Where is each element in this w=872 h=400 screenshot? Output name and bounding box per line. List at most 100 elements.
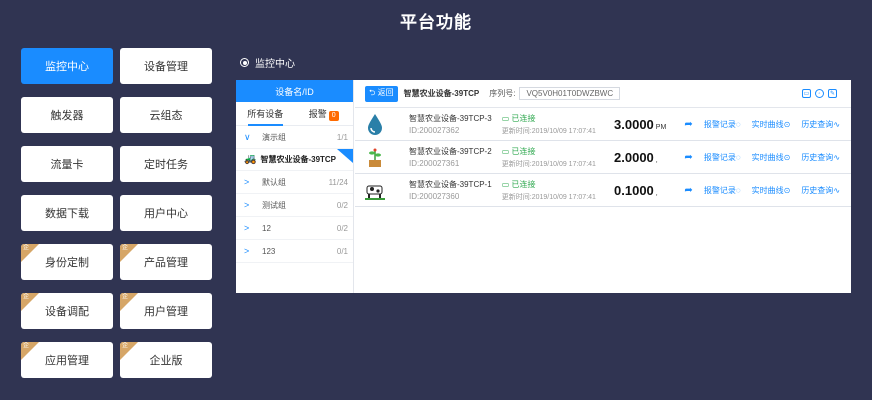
realtime-curve-link[interactable]: 实时曲线⊙ <box>752 185 791 196</box>
sensor-unit: , <box>655 189 658 197</box>
tab-all-devices[interactable]: 所有设备 <box>236 102 295 126</box>
device-search-header[interactable]: 设备名/ID <box>236 80 353 102</box>
connection-status-label: 已连接 <box>511 113 536 123</box>
settings-icon[interactable]: ◦ <box>815 89 824 98</box>
bell-icon: ◌ <box>735 119 741 129</box>
send-arrow-icon[interactable]: ➦ <box>684 152 704 163</box>
enterprise-tag-label: 企 <box>23 245 30 251</box>
realtime-curve-link[interactable]: 实时曲线⊙ <box>752 152 791 163</box>
sensor-value-number: 0.1000 <box>614 182 654 198</box>
group-row[interactable]: >12 0/2 <box>236 217 353 240</box>
sensor-unit: PM <box>655 123 667 131</box>
alarm-record-label: 报警记录 <box>703 119 736 129</box>
menu-button-label: 定时任务 <box>144 159 188 171</box>
monitor-icon: ▭ <box>501 179 510 189</box>
menu-button[interactable]: 定时任务 <box>120 146 212 182</box>
sensor-id: ID:200027361 <box>409 159 460 168</box>
group-row-demo[interactable]: ∨ 演示组 1/1 <box>236 126 353 149</box>
history-query-label: 历史查询 <box>801 119 834 129</box>
tab-alarm-label: 报警 <box>308 108 327 119</box>
group-row[interactable]: > 测试组 0/2 <box>236 194 353 217</box>
edit-icon[interactable]: ✎ <box>828 89 837 98</box>
menu-button[interactable]: 数据下载 <box>21 195 113 231</box>
alarm-record-label: 报警记录 <box>703 152 736 162</box>
function-menu: 监控中心 设备管理 触发器 云组态 流量卡 定时任务 数据下载 用户中心企身份定制企产品管理企… <box>21 48 213 378</box>
chevron-right-icon[interactable]: > <box>244 200 256 210</box>
menu-button[interactable]: 企应用管理 <box>21 342 113 378</box>
device-topbar: ⮌ 返回 智慧农业设备-39TCP 序列号: VQ5V0H01T0DWZBWC … <box>355 80 851 108</box>
group-count: 0/2 <box>336 200 348 210</box>
group-count: 0/1 <box>336 246 348 256</box>
chevron-right-icon[interactable]: > <box>244 223 256 233</box>
history-query-link[interactable]: 历史查询∿ <box>801 185 840 196</box>
enterprise-tag-label: 企 <box>23 343 30 349</box>
update-time: 更新时间:2019/10/09 17:07:41 <box>501 160 596 168</box>
realtime-curve-label: 实时曲线 <box>751 119 784 129</box>
menu-button[interactable]: 流量卡 <box>21 146 113 182</box>
connection-status-label: 已连接 <box>511 146 536 156</box>
sensor-name: 智慧农业设备-39TCP-1 <box>409 180 492 189</box>
plant-pot-icon <box>365 146 385 168</box>
menu-button[interactable]: 企企业版 <box>120 342 212 378</box>
device-item-name: 智慧农业设备-39TCP <box>260 155 337 164</box>
menu-button-label: 产品管理 <box>144 257 188 269</box>
sensor-unit: , <box>655 156 658 164</box>
menu-button[interactable]: 用户中心 <box>120 195 212 231</box>
sensor-row: 智慧农业设备-39TCP-1 ID:200027360 ▭ 已连接 更新时间:2019… <box>355 174 851 207</box>
tab-alarm[interactable]: 报警 0 <box>295 102 354 126</box>
history-query-label: 历史查询 <box>801 185 834 195</box>
menu-button-label: 监控中心 <box>45 61 89 73</box>
connection-status-label: 已连接 <box>511 179 536 189</box>
menu-button[interactable]: 企用户管理 <box>120 293 212 329</box>
menu-button[interactable]: 监控中心 <box>21 48 113 84</box>
alarm-record-link[interactable]: 报警记录◌ <box>704 152 741 163</box>
group-count: 0/2 <box>336 223 348 233</box>
sensor-panel: ⮌ 返回 智慧农业设备-39TCP 序列号: VQ5V0H01T0DWZBWC … <box>355 80 851 293</box>
menu-button-label: 用户管理 <box>144 306 188 318</box>
menu-button[interactable]: 企设备调配 <box>21 293 113 329</box>
page-title: 平台功能 <box>400 13 472 32</box>
group-row[interactable]: >123 0/1 <box>236 240 353 263</box>
monitor-icon: ▭ <box>501 146 510 156</box>
menu-button-label: 应用管理 <box>45 355 89 367</box>
device-title: 智慧农业设备-39TCP <box>403 89 480 98</box>
send-arrow-icon[interactable]: ➦ <box>684 119 704 130</box>
group-row[interactable]: > 默认组 11/24 <box>236 171 353 194</box>
menu-button[interactable]: 企身份定制 <box>21 244 113 280</box>
menu-button-label: 身份定制 <box>45 257 89 269</box>
alarm-record-link[interactable]: 报警记录◌ <box>704 185 741 196</box>
send-arrow-icon[interactable]: ➦ <box>684 185 704 196</box>
sensor-name: 智慧农业设备-39TCP-2 <box>409 147 492 156</box>
menu-button[interactable]: 触发器 <box>21 97 113 133</box>
menu-button[interactable]: 企产品管理 <box>120 244 212 280</box>
menu-button-label: 设备管理 <box>144 61 188 73</box>
history-query-link[interactable]: 历史查询∿ <box>801 152 840 163</box>
sensor-name: 智慧农业设备-39TCP-3 <box>409 114 492 123</box>
group-name: 123 <box>262 246 276 256</box>
serial-value: VQ5V0H01T0DWZBWC <box>519 87 621 100</box>
menu-button-label: 用户中心 <box>144 208 188 220</box>
chevron-down-icon[interactable]: ∨ <box>244 132 256 143</box>
menu-button[interactable]: 设备管理 <box>120 48 212 84</box>
menu-button[interactable]: 云组态 <box>120 97 212 133</box>
chart-icon: ∿ <box>833 119 841 129</box>
history-query-link[interactable]: 历史查询∿ <box>801 119 840 130</box>
section-label-text: 监控中心 <box>255 59 295 70</box>
realtime-curve-link[interactable]: 实时曲线⊙ <box>752 119 791 130</box>
chevron-right-icon[interactable]: > <box>244 246 256 256</box>
clock-icon: ⊙ <box>783 119 791 129</box>
print-icon[interactable]: ▭ <box>802 89 811 98</box>
realtime-curve-label: 实时曲线 <box>751 185 784 195</box>
menu-button-label: 触发器 <box>50 110 84 122</box>
device-item[interactable]: 🚜 智慧农业设备-39TCP <box>236 149 353 172</box>
group-name: 测试组 <box>262 200 286 210</box>
menu-button-label: 设备调配 <box>45 306 89 318</box>
sensor-row: 智慧农业设备-39TCP-3 ID:200027362 ▭ 已连接 更新时间:2019… <box>355 108 851 141</box>
back-button[interactable]: ⮌ 返回 <box>365 85 398 102</box>
sensor-value: 0.1000, <box>614 183 684 198</box>
connection-status: ▭ 已连接 <box>502 179 614 190</box>
realtime-curve-label: 实时曲线 <box>751 152 784 162</box>
chevron-right-icon[interactable]: > <box>244 177 256 187</box>
alarm-record-link[interactable]: 报警记录◌ <box>704 119 741 130</box>
sensor-value-number: 2.0000 <box>614 149 654 165</box>
